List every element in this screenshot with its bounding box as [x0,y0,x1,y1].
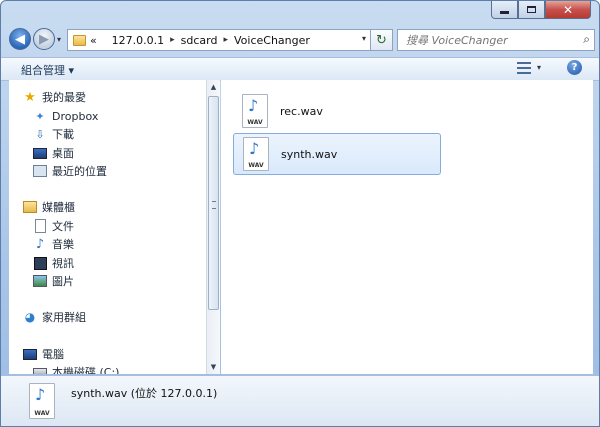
search-box[interactable]: ⌕ [397,29,595,51]
video-icon [33,256,47,270]
search-icon[interactable]: ⌕ [583,32,590,47]
nav-item-music[interactable]: ♪ 音樂 [33,235,74,253]
nav-homegroup-label: 家用群組 [42,311,86,324]
file-type-label: WAV [34,410,50,417]
wav-file-icon: ♪ WAV [29,383,55,419]
navigation-pane: ★ 我的最愛 ✦ Dropbox ⇩ 下載 桌面 最近的位置 媒體櫃 文件 ♪ [9,80,209,374]
nav-item-label: 最近的位置 [52,165,107,178]
nav-item-local-disk[interactable]: 本機磁碟 (C:) [33,363,119,374]
nav-item-label: 文件 [52,220,74,233]
nav-item-pictures[interactable]: 圖片 [33,272,74,290]
close-icon: ✕ [562,2,574,17]
command-bar: 組合管理 ▾ ▾ ? [1,57,599,81]
navigation-bar: ◀ ▶ ▾ « 127.0.0.1 ▸ sdcard ▸ VoiceChange… [7,25,595,55]
nav-computer-label: 電腦 [42,348,64,361]
help-button[interactable]: ? [567,60,582,75]
nav-item-label: 本機磁碟 (C:) [52,366,120,374]
breadcrumb-history-marker[interactable]: « [90,34,97,47]
address-dropdown-icon[interactable]: ▾ [362,34,366,43]
homegroup-icon: ◕ [24,310,36,324]
view-options-chevron-icon[interactable]: ▾ [537,63,541,72]
breadcrumb-separator-icon[interactable]: ▸ [223,35,228,45]
nav-item-label: 桌面 [52,147,74,160]
search-input[interactable] [404,32,568,48]
music-note-icon: ♪ [249,139,260,158]
address-bar[interactable]: « 127.0.0.1 ▸ sdcard ▸ VoiceChanger ▾ [67,29,371,51]
document-icon [33,219,47,233]
caption-buttons: ✕ [491,1,591,19]
file-item-synth-wav[interactable]: ♪ WAV synth.wav [233,133,441,175]
star-icon: ★ [24,89,36,105]
scroll-down-icon[interactable]: ▼ [207,360,220,374]
organize-button[interactable]: 組合管理 ▾ [21,62,74,78]
scroll-up-icon[interactable]: ▲ [207,80,220,94]
wav-file-icon: ♪ WAV [242,94,268,128]
hard-drive-icon [33,365,47,374]
close-button[interactable]: ✕ [545,1,591,19]
maximize-icon [527,6,536,13]
nav-item-videos[interactable]: 視訊 [33,254,74,272]
grip-icon [212,201,216,209]
nav-libraries[interactable]: 媒體櫃 [23,198,75,216]
file-item-rec-wav[interactable]: ♪ WAV rec.wav [233,90,441,132]
file-name: rec.wav [280,104,323,118]
nav-item-downloads[interactable]: ⇩ 下載 [33,125,74,143]
music-note-icon: ♪ [35,236,45,252]
forward-button[interactable]: ▶ [33,28,55,50]
nav-item-dropbox[interactable]: ✦ Dropbox [33,107,98,125]
nav-item-label: 下載 [52,128,74,141]
nav-homegroup[interactable]: ◕ 家用群組 [23,308,86,326]
nav-favorites[interactable]: ★ 我的最愛 [23,88,86,106]
picture-icon [33,274,47,288]
details-text: synth.wav (位於 127.0.0.1) [71,387,218,400]
download-icon: ⇩ [35,127,45,141]
nav-favorites-label: 我的最愛 [42,91,86,104]
breadcrumb-separator-icon[interactable]: ▸ [170,35,175,45]
file-name: synth.wav [281,147,338,161]
wav-file-icon: ♪ WAV [243,137,269,171]
minimize-button[interactable] [491,1,518,19]
dropbox-icon: ✦ [35,109,45,123]
nav-libraries-label: 媒體櫃 [42,201,75,214]
navigation-scrollbar[interactable]: ▲ ▼ [206,80,220,374]
help-icon: ? [571,62,578,73]
file-type-label: WAV [247,119,263,126]
folder-icon [73,34,86,46]
chevron-down-icon: ▾ [57,35,62,44]
explorer-window: ✕ ◀ ▶ ▾ « 127.0.0.1 ▸ sdcard ▸ VoiceChan… [0,0,600,427]
breadcrumb-host[interactable]: 127.0.0.1 [112,34,164,47]
library-icon [23,200,37,214]
refresh-icon: ↻ [376,32,387,48]
file-list: ♪ WAV rec.wav ♪ WAV synth.wav [221,80,593,374]
nav-item-documents[interactable]: 文件 [33,217,74,235]
breadcrumb-voicechanger[interactable]: VoiceChanger [234,34,310,47]
nav-item-label: 視訊 [52,257,74,270]
back-arrow-icon: ◀ [15,31,25,47]
music-note-icon: ♪ [35,385,46,404]
desktop-icon [33,146,47,160]
refresh-button[interactable]: ↻ [371,29,393,51]
nav-item-label: Dropbox [52,109,99,123]
change-view-icon[interactable] [517,61,531,75]
back-button[interactable]: ◀ [9,28,31,50]
nav-item-label: 音樂 [52,238,74,251]
nav-computer[interactable]: 電腦 [23,345,64,363]
history-dropdown[interactable]: ▾ [57,35,61,44]
forward-arrow-icon: ▶ [39,31,49,47]
music-note-icon: ♪ [248,96,259,115]
breadcrumb: « 127.0.0.1 ▸ sdcard ▸ VoiceChanger [90,34,310,47]
nav-item-label: 圖片 [52,275,74,288]
nav-item-recent-places[interactable]: 最近的位置 [33,162,107,180]
maximize-button[interactable] [518,1,545,19]
minimize-icon [500,11,509,14]
breadcrumb-sdcard[interactable]: sdcard [181,34,218,47]
scrollbar-thumb[interactable] [208,96,219,310]
file-type-label: WAV [248,162,264,169]
computer-icon [23,347,37,361]
breadcrumb-separator-icon [103,35,106,45]
details-pane: ♪ WAV synth.wav (位於 127.0.0.1) [1,375,599,426]
recent-places-icon [33,164,47,178]
nav-item-desktop[interactable]: 桌面 [33,144,74,162]
